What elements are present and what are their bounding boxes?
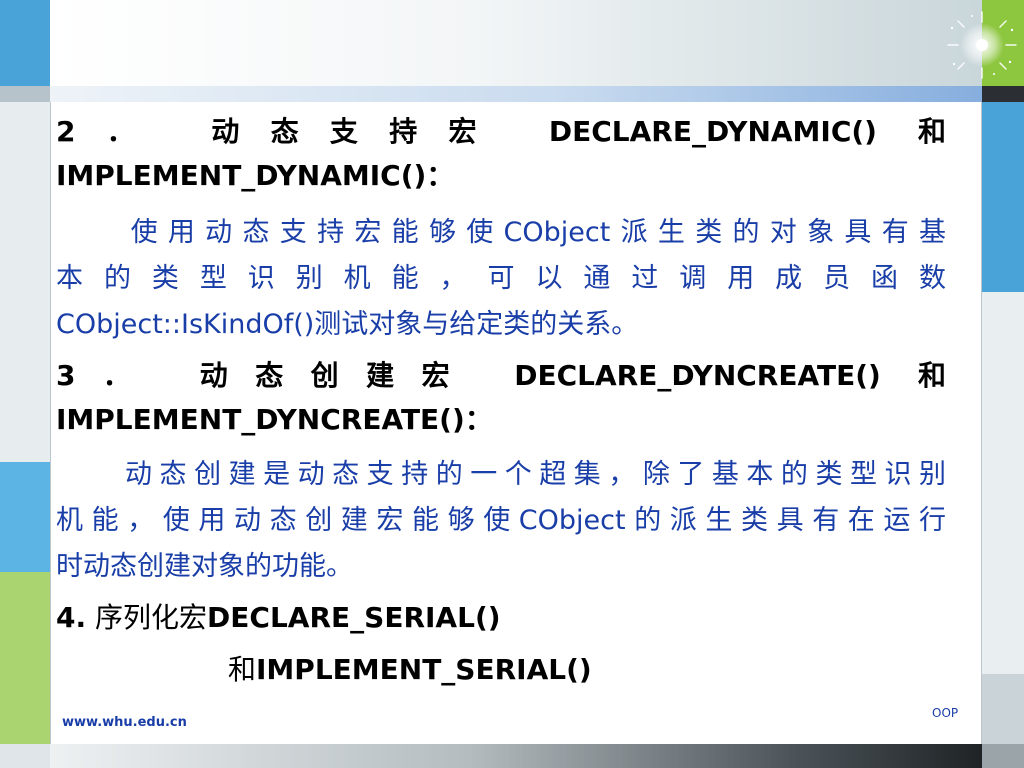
section2-heading-line2: IMPLEMENT_DYNAMIC()： <box>56 159 455 192</box>
left-block-sky <box>0 462 50 572</box>
section3-body-line2: 机能，使用动态创建宏能够使CObject的派生类具有在运行 <box>56 505 946 536</box>
left-block-bottom <box>0 744 50 768</box>
section3-heading-line1: 3． 动态创建宏 DECLARE_DYNCREATE() 和 <box>56 354 946 394</box>
title-band <box>50 86 982 102</box>
section2-heading-macro: DECLARE_DYNAMIC() <box>548 115 877 148</box>
section2-heading-line1: 2． 动态支持宏 DECLARE_DYNAMIC() 和 <box>56 110 946 150</box>
section2-heading-prefix: 2． 动态支持宏 <box>56 115 508 148</box>
section3-body-line1: 动态创建是动态支持的一个超集，除了基本的类型识别 <box>56 459 946 490</box>
section3-heading-line2: IMPLEMENT_DYNCREATE()： <box>56 403 493 436</box>
left-block-gray <box>0 86 50 102</box>
right-block-bottom <box>982 744 1024 768</box>
section3-heading-prefix: 3． 动态创建宏 <box>56 359 478 392</box>
section2-body-line1: 使用动态支持宏能够使CObject派生类的对象具有基 <box>56 217 946 248</box>
section4-heading-macro2: IMPLEMENT_SERIAL() <box>256 653 592 686</box>
sparkle-icon <box>947 11 1017 79</box>
section2-body-line2: 本的类型识别机能，可以通过调用成员函数 <box>56 263 946 294</box>
section3-heading-suffix: 和 <box>918 359 947 392</box>
footer-url: www.whu.edu.cn <box>62 715 187 730</box>
left-block-blue <box>0 0 50 86</box>
section3-heading-macro: DECLARE_DYNCREATE() <box>514 359 881 392</box>
section2-heading-suffix: 和 <box>918 115 947 148</box>
slide-header <box>50 0 1017 86</box>
right-block-light <box>982 292 1024 674</box>
section4-heading-macro: DECLARE_SERIAL() <box>207 601 501 634</box>
section4-heading-line1: 4. 序列化宏DECLARE_SERIAL() <box>56 596 946 636</box>
section4-heading-line2: 和IMPLEMENT_SERIAL() <box>228 648 1024 688</box>
section4-heading-and: 和 <box>228 653 257 686</box>
section2-body-line3: CObject::IsKindOf()测试对象与给定类的关系。 <box>56 309 639 340</box>
section4-heading-prefix: 4. <box>56 601 87 634</box>
section4-heading-text: 序列化宏 <box>95 601 208 634</box>
right-block-blue <box>982 102 1024 292</box>
bottom-band <box>50 744 982 768</box>
left-block-green <box>0 572 50 744</box>
left-decor-strip <box>0 0 50 768</box>
footer-label: OOP <box>932 706 959 720</box>
section3-body-line3: 时动态创建对象的功能。 <box>56 551 353 582</box>
left-block-light <box>0 102 50 462</box>
right-block-dark <box>982 86 1024 102</box>
